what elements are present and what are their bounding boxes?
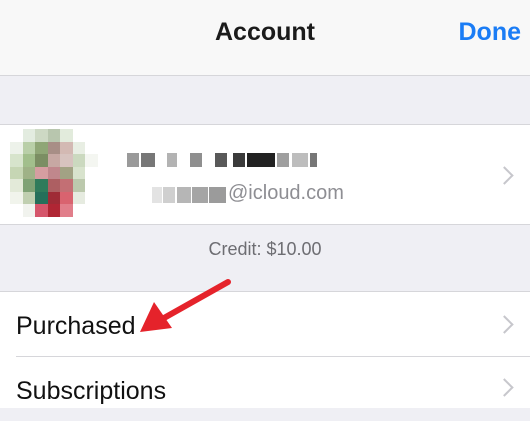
chevron-right-icon [495,378,514,397]
account-options-list: Purchased Subscriptions [0,291,530,408]
email-domain: @icloud.com [228,182,344,204]
annotation-arrow-icon [140,279,231,332]
blurred-account-name [127,153,317,167]
chevron-right-icon [495,315,514,334]
chevron-right-icon [495,166,514,185]
credit-section: Credit: $10.00 [0,225,530,291]
navigation-bar: Account Done [0,0,530,76]
list-item-purchased[interactable]: Purchased [0,292,530,357]
done-button[interactable]: Done [459,18,522,47]
blurred-email-username [152,187,226,203]
account-row[interactable]: @icloud.com [0,124,530,225]
blurred-avatar-icon [10,129,98,217]
list-item-label: Subscriptions [16,377,167,405]
section-gap [0,76,530,124]
page-title: Account [215,18,315,46]
list-item-subscriptions[interactable]: Subscriptions [0,357,530,421]
list-item-label: Purchased [16,312,136,340]
credit-balance: Credit: $10.00 [208,239,322,259]
